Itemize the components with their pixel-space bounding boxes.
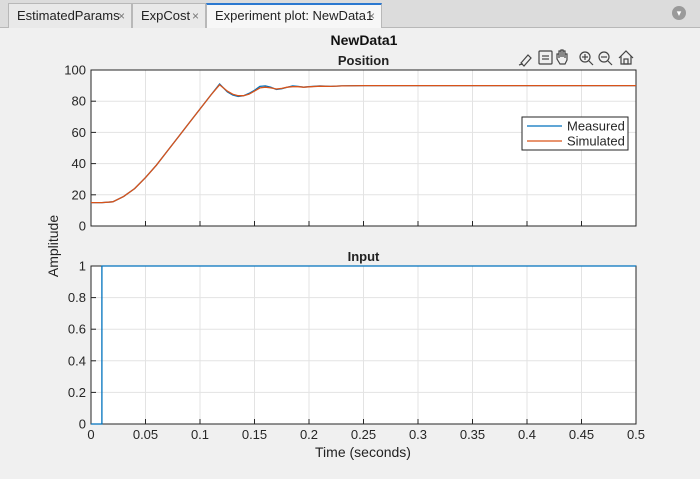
figure-title: NewData1 [331,32,398,48]
legend-entry: Simulated [567,134,625,149]
y-tick-label: 1 [79,259,86,274]
brush-icon[interactable] [518,54,532,67]
y-tick-label: 0 [79,219,86,234]
tab-label: EstimatedParams [17,8,120,23]
x-tick-label: 0.2 [300,427,318,442]
y-tick-label: 0 [79,417,86,432]
x-tick-label: 0.4 [518,427,536,442]
tab-label: Experiment plot: NewData1 [215,8,374,23]
x-tick-label: 0.1 [191,427,209,442]
x-tick-label: 0.45 [569,427,594,442]
x-tick-label: 0.3 [409,427,427,442]
tab-label: ExpCost [141,8,191,23]
y-tick-label: 0.4 [68,353,86,368]
axes-toolbar [518,49,634,67]
input-axes: 0 0.05 0.1 0.15 0.2 0.25 0.3 0.35 0.4 0.45 0.5 0 0.2… [68,249,645,442]
chevron-down-icon[interactable]: ▾ [672,6,686,20]
tab-experiment-plot[interactable]: Experiment plot: NewData1 × [206,3,382,29]
x-tick-label: 0.15 [242,427,267,442]
y-tick-label: 0.6 [68,322,86,337]
y-tick-label: 40 [72,156,86,171]
close-icon[interactable]: × [192,4,199,28]
axes-title: Input [348,249,380,264]
legend-entry: Measured [567,119,625,134]
document-tab-bar: EstimatedParams × ExpCost × Experiment p… [0,0,700,29]
y-tick-label: 0.2 [68,385,86,400]
y-tick-label: 0.8 [68,290,86,305]
y-tick-label: 80 [72,94,86,109]
position-axes: 0 20 40 60 80 100 Position MeasuredSimulated [64,53,637,234]
y-tick-label: 60 [72,125,86,140]
axes-title: Position [338,53,389,68]
x-tick-label: 0.25 [351,427,376,442]
y-tick-label: 100 [64,63,86,78]
y-axis-label: Amplitude [45,215,61,277]
x-tick-label: 0 [87,427,94,442]
x-axis-label: Time (seconds) [315,444,411,460]
figure-canvas: NewData1 020406080100PositionMeasuredSim… [45,32,645,460]
tab-exp-cost[interactable]: ExpCost × [132,3,206,28]
home-icon[interactable] [618,50,634,65]
x-tick-label: 0.05 [133,427,158,442]
zoom-out-icon[interactable] [598,51,613,66]
tab-estimated-params[interactable]: EstimatedParams × [8,3,132,28]
figure-panel: NewData1 0 20 40 60 80 100 Position Measured Sim… [0,28,700,474]
pan-hand-icon[interactable] [556,49,568,65]
y-tick-label: 20 [72,187,86,202]
data-tips-icon[interactable] [538,50,553,65]
zoom-in-icon[interactable] [579,51,594,66]
x-tick-label: 0.35 [460,427,485,442]
x-tick-label: 0.5 [627,427,645,442]
close-icon[interactable]: × [368,5,375,27]
close-icon[interactable]: × [118,4,125,28]
